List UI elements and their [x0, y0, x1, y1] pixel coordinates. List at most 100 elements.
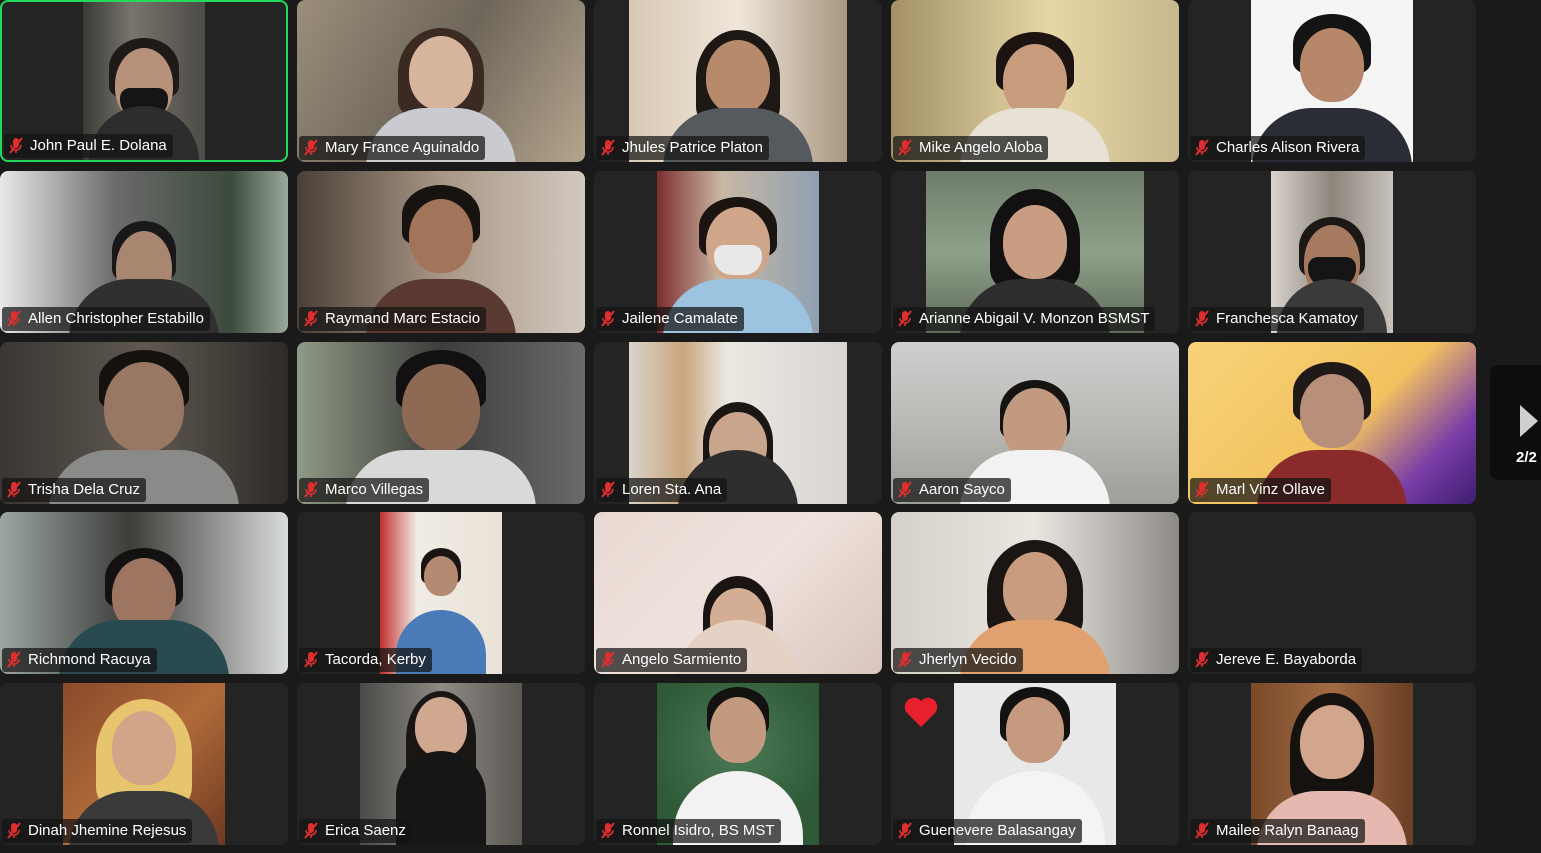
participant-name-label: Erica Saenz [299, 819, 412, 843]
participant-tile[interactable]: Ronnel Isidro, BS MST [594, 683, 882, 845]
participant-name: Mary France Aguinaldo [325, 139, 480, 156]
muted-mic-icon [898, 651, 912, 668]
muted-mic-icon [1195, 822, 1209, 839]
avatar [1003, 44, 1067, 118]
participant-tile[interactable]: Mike Angelo Aloba [891, 0, 1179, 162]
muted-mic-icon [304, 310, 318, 327]
participant-name-label: Ronnel Isidro, BS MST [596, 819, 781, 843]
participant-tile[interactable]: Jhules Patrice Platon [594, 0, 882, 162]
participant-tile[interactable]: Marco Villegas [297, 342, 585, 504]
participant-name: Jereve E. Bayaborda [1216, 651, 1357, 668]
participant-name: Guenevere Balasangay [919, 822, 1076, 839]
participant-tile[interactable]: Angelo Sarmiento [594, 512, 882, 674]
participant-name-label: Tacorda, Kerby [299, 648, 432, 672]
participant-name-label: Jhules Patrice Platon [596, 136, 769, 160]
participant-tile[interactable]: Allen Christopher Estabillo [0, 171, 288, 333]
participant-tile[interactable]: Jereve E. Bayaborda [1188, 512, 1476, 674]
muted-mic-icon [1195, 139, 1209, 156]
avatar [424, 556, 458, 596]
participant-name-label: Jereve E. Bayaborda [1190, 648, 1363, 672]
avatar [706, 40, 770, 114]
participant-name: Raymand Marc Estacio [325, 310, 481, 327]
muted-mic-icon [601, 139, 615, 156]
participant-tile[interactable]: Arianne Abigail V. Monzon BSMST [891, 171, 1179, 333]
participant-tile[interactable]: Dinah Jhemine Rejesus [0, 683, 288, 845]
participant-tile[interactable]: Jherlyn Vecido [891, 512, 1179, 674]
video-gallery: John Paul E. Dolana Mary France Aguinald… [0, 0, 1480, 853]
participant-name: Jhules Patrice Platon [622, 139, 763, 156]
muted-mic-icon [304, 651, 318, 668]
participant-tile[interactable]: Mary France Aguinaldo [297, 0, 585, 162]
avatar [1003, 552, 1067, 626]
avatar [402, 364, 480, 452]
participant-name: Mailee Ralyn Banaag [1216, 822, 1359, 839]
participant-name-label: Dinah Jhemine Rejesus [2, 819, 193, 843]
avatar [104, 362, 184, 452]
muted-mic-icon [1195, 481, 1209, 498]
participant-name: Angelo Sarmiento [622, 651, 742, 668]
muted-mic-icon [898, 310, 912, 327]
muted-mic-icon [304, 139, 318, 156]
participant-name-label: Marco Villegas [299, 478, 430, 502]
participant-tile[interactable]: Richmond Racuya [0, 512, 288, 674]
avatar [1300, 28, 1364, 102]
participant-tile[interactable]: Aaron Sayco [891, 342, 1179, 504]
participant-tile[interactable]: Charles Alison Rivera [1188, 0, 1476, 162]
participant-name: Aaron Sayco [919, 481, 1005, 498]
participant-name: Tacorda, Kerby [325, 651, 426, 668]
participant-name: Jailene Camalate [622, 310, 738, 327]
avatar [1003, 205, 1067, 279]
participant-name: Marl Vinz Ollave [1216, 481, 1325, 498]
participant-name-label: Raymand Marc Estacio [299, 307, 487, 331]
participant-name-label: Jailene Camalate [596, 307, 744, 331]
participant-name-label: Guenevere Balasangay [893, 819, 1082, 843]
participant-tile[interactable]: Mailee Ralyn Banaag [1188, 683, 1476, 845]
participant-name: Mike Angelo Aloba [919, 139, 1043, 156]
participant-name-label: Jherlyn Vecido [893, 648, 1023, 672]
participant-name: Ronnel Isidro, BS MST [622, 822, 775, 839]
muted-mic-icon [601, 481, 615, 498]
participant-name-label: Loren Sta. Ana [596, 478, 728, 502]
muted-mic-icon [304, 822, 318, 839]
avatar [415, 697, 467, 757]
avatar [710, 697, 766, 763]
muted-mic-icon [9, 137, 23, 154]
participant-name: Arianne Abigail V. Monzon BSMST [919, 310, 1150, 327]
participant-name: Erica Saenz [325, 822, 406, 839]
muted-mic-icon [601, 651, 615, 668]
face-mask [714, 245, 762, 275]
participant-tile[interactable]: Franchesca Kamatoy [1188, 171, 1476, 333]
muted-mic-icon [898, 481, 912, 498]
participant-tile[interactable]: Trisha Dela Cruz [0, 342, 288, 504]
muted-mic-icon [898, 139, 912, 156]
participant-tile[interactable]: Tacorda, Kerby [297, 512, 585, 674]
participant-tile[interactable]: Loren Sta. Ana [594, 342, 882, 504]
muted-mic-icon [7, 481, 21, 498]
avatar [409, 199, 473, 273]
participant-tile[interactable]: Marl Vinz Ollave [1188, 342, 1476, 504]
participant-name: Charles Alison Rivera [1216, 139, 1360, 156]
muted-mic-icon [898, 822, 912, 839]
participant-name-label: Aaron Sayco [893, 478, 1011, 502]
participant-tile[interactable]: Raymand Marc Estacio [297, 171, 585, 333]
muted-mic-icon [1195, 651, 1209, 668]
muted-mic-icon [7, 651, 21, 668]
heart-icon [904, 697, 938, 727]
participant-tile[interactable]: John Paul E. Dolana [0, 0, 288, 162]
participant-name: John Paul E. Dolana [30, 137, 167, 154]
participant-name-label: Mike Angelo Aloba [893, 136, 1049, 160]
participant-tile[interactable]: Jailene Camalate [594, 171, 882, 333]
participant-name: Trisha Dela Cruz [28, 481, 140, 498]
avatar [1300, 374, 1364, 448]
participant-name-label: Charles Alison Rivera [1190, 136, 1366, 160]
participant-name: Allen Christopher Estabillo [28, 310, 204, 327]
next-page-button[interactable]: 2/2 [1490, 365, 1541, 480]
participant-name: Dinah Jhemine Rejesus [28, 822, 187, 839]
participant-name-label: Arianne Abigail V. Monzon BSMST [893, 307, 1156, 331]
participant-tile[interactable]: Erica Saenz [297, 683, 585, 845]
participant-tile[interactable]: Guenevere Balasangay [891, 683, 1179, 845]
participant-name: Richmond Racuya [28, 651, 151, 668]
avatar [112, 711, 176, 785]
muted-mic-icon [7, 310, 21, 327]
participant-name: Loren Sta. Ana [622, 481, 722, 498]
